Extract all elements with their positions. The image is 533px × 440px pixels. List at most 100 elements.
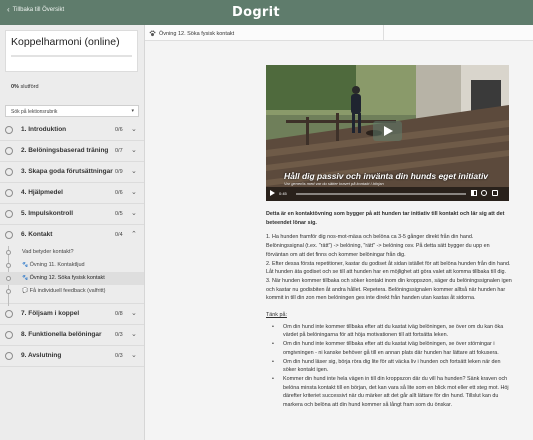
lesson-label: 🐾 Övning 12. Söka fysisk kontakt (22, 275, 105, 281)
lesson-status-circle-icon (6, 250, 11, 255)
video-time: 0:45 (279, 191, 287, 196)
module-title: 2. Belöningsbaserad träning (21, 147, 109, 154)
module-item[interactable]: 2. Belöningsbaserad träning 0/7 ⌄ (0, 141, 144, 162)
sidebar: Koppelharmoni (online) 0% slutförd Sök p… (0, 25, 145, 440)
chat-icon: 💬 (22, 288, 30, 294)
completion-circle-icon (5, 331, 13, 339)
module-count: 0/6 (115, 127, 123, 133)
module-item[interactable]: 6. Kontakt 0/4 ⌃ (0, 225, 144, 246)
module-count: 0/4 (115, 232, 123, 238)
completion-circle-icon (5, 189, 13, 197)
video-subcaption: Var generös med var du sätter kravet på … (284, 181, 384, 186)
progress-percent: 0% (11, 84, 19, 90)
progress-text: slutförd (20, 84, 39, 90)
article-step: 3. När hunden kommer tillbaka och söker … (266, 277, 512, 302)
lesson-header: Övning 12. Söka fysisk kontakt (145, 25, 533, 41)
lesson-item[interactable]: Vad betyder kontakt? (0, 246, 144, 259)
lesson-label: 💬 Få individuell feedback (valfritt) (22, 288, 106, 294)
tip-item: Om din hund inte kommer tillbaka efter a… (272, 340, 512, 357)
header-divider (383, 25, 384, 41)
chevron-down-icon: ⌄ (131, 331, 137, 338)
logo-wordmark: Dogrit (232, 5, 280, 20)
chevron-down-icon: ⌄ (131, 168, 137, 175)
completion-circle-icon (5, 147, 13, 155)
article-step: 1. Ha hunden framför dig nos-mot-mäsa oc… (266, 234, 490, 258)
lesson-label: 🐾 Övning 11. Kontaktljud (22, 262, 85, 268)
module-count: 0/3 (115, 353, 123, 359)
module-title: 8. Funktionella belöningar (21, 331, 102, 338)
completion-circle-icon (5, 210, 13, 218)
chevron-left-icon: ‹ (7, 5, 10, 14)
lesson-status-circle-icon (6, 289, 11, 294)
lesson-article: Detta är en kontaktövning som bygger på … (266, 210, 512, 410)
chevron-down-icon: ⌄ (131, 310, 137, 317)
chevron-down-icon: ⌄ (131, 210, 137, 217)
module-count: 0/6 (115, 190, 123, 196)
lesson-list: Vad betyder kontakt? 🐾 Övning 11. Kontakt… (0, 246, 144, 306)
search-placeholder: Sök på lektionsrubrik (11, 109, 58, 115)
module-item[interactable]: 9. Avslutning 0/3 ⌄ (0, 346, 144, 367)
play-icon[interactable] (270, 190, 275, 196)
video-controls: 0:45 (266, 187, 509, 201)
article-steps: 1. Ha hunden framför dig nos-mot-mäsa oc… (266, 233, 512, 303)
paw-icon: 🐾 (22, 275, 30, 281)
video-caption: Håll dig passiv och invänta din hunds eg… (284, 171, 489, 181)
lesson-label: Vad betyder kontakt? (22, 249, 74, 255)
lesson-item[interactable]: 💬 Få individuell feedback (valfritt) (0, 285, 144, 298)
lesson-title: Övning 12. Söka fysisk kontakt (149, 30, 234, 37)
module-item[interactable]: 7. Följsam i koppel 0/8 ⌄ (0, 304, 144, 325)
chevron-down-icon: ⌄ (131, 126, 137, 133)
completion-circle-icon (5, 126, 13, 134)
module-title: 9. Avslutning (21, 352, 62, 359)
module-item[interactable]: 5. Impulskontroll 0/5 ⌄ (0, 204, 144, 225)
think-heading: Tänk på: (266, 312, 287, 319)
completion-circle-icon (5, 231, 13, 239)
module-title: 7. Följsam i koppel (21, 310, 80, 317)
module-title: 1. Introduktion (21, 126, 67, 133)
dogrit-logo[interactable]: Dogrit (232, 4, 280, 21)
module-list: 1. Introduktion 0/6 ⌄ 2. Belöningsbaserad t… (0, 120, 144, 367)
tip-item: Om din hund läser sig, börja röra dig li… (272, 358, 512, 375)
gear-icon[interactable] (481, 190, 487, 196)
lesson-content: Håll dig passiv och invänta din hunds eg… (145, 41, 533, 440)
module-item[interactable]: 4. Hjälpmedel 0/6 ⌄ (0, 183, 144, 204)
lesson-search-select[interactable]: Sök på lektionsrubrik ▾ (5, 105, 139, 117)
module-item[interactable]: 1. Introduktion 0/6 ⌄ (0, 120, 144, 141)
volume-icon[interactable] (471, 190, 477, 196)
back-to-overview-link[interactable]: ‹ Tillbaka till Översikt (7, 5, 65, 14)
tip-item: Om din hund inte kommer tillbaka efter a… (272, 323, 512, 340)
back-label: Tillbaka till Översikt (12, 7, 65, 13)
play-button[interactable] (373, 121, 402, 141)
module-count: 0/8 (115, 311, 123, 317)
top-bar: ‹ Tillbaka till Översikt Dogrit (0, 0, 533, 25)
module-item[interactable]: 3. Skapa goda förutsättningar 0/9 ⌄ (0, 162, 144, 183)
paw-icon (149, 30, 156, 37)
seek-bar[interactable] (296, 193, 466, 195)
lesson-item[interactable]: 🐾 Övning 11. Kontaktljud (0, 259, 144, 272)
chevron-down-icon: ⌄ (131, 189, 137, 196)
module-title: 5. Impulskontroll (21, 210, 74, 217)
module-title: 6. Kontakt (21, 231, 53, 238)
video-player[interactable]: Håll dig passiv och invänta din hunds eg… (266, 65, 509, 201)
tip-item: Kommer din hund inte hela vägen in till … (272, 375, 512, 410)
progress-label: 0% slutförd (11, 84, 39, 90)
lesson-status-circle-icon (6, 276, 11, 281)
chevron-down-icon: ⌄ (131, 352, 137, 359)
fullscreen-icon[interactable] (492, 190, 498, 196)
module-count: 0/5 (115, 211, 123, 217)
completion-circle-icon (5, 168, 13, 176)
lesson-title-text: Övning 12. Söka fysisk kontakt (159, 30, 235, 37)
lesson-status-circle-icon (6, 263, 11, 268)
progress-bar (11, 55, 132, 57)
course-title: Koppelharmoni (online) (11, 36, 120, 48)
chevron-down-icon: ⌄ (131, 147, 137, 154)
module-item[interactable]: 8. Funktionella belöningar 0/3 ⌄ (0, 325, 144, 346)
module-count: 0/7 (115, 148, 123, 154)
article-step: 2. Efter dessa första repetitioner, kast… (266, 260, 511, 276)
caret-down-icon: ▾ (131, 108, 134, 114)
paw-icon: 🐾 (22, 262, 30, 268)
chevron-up-icon: ⌃ (131, 231, 137, 238)
module-count: 0/3 (115, 332, 123, 338)
module-count: 0/9 (115, 169, 123, 175)
lesson-item[interactable]: 🐾 Övning 12. Söka fysisk kontakt (0, 272, 144, 285)
